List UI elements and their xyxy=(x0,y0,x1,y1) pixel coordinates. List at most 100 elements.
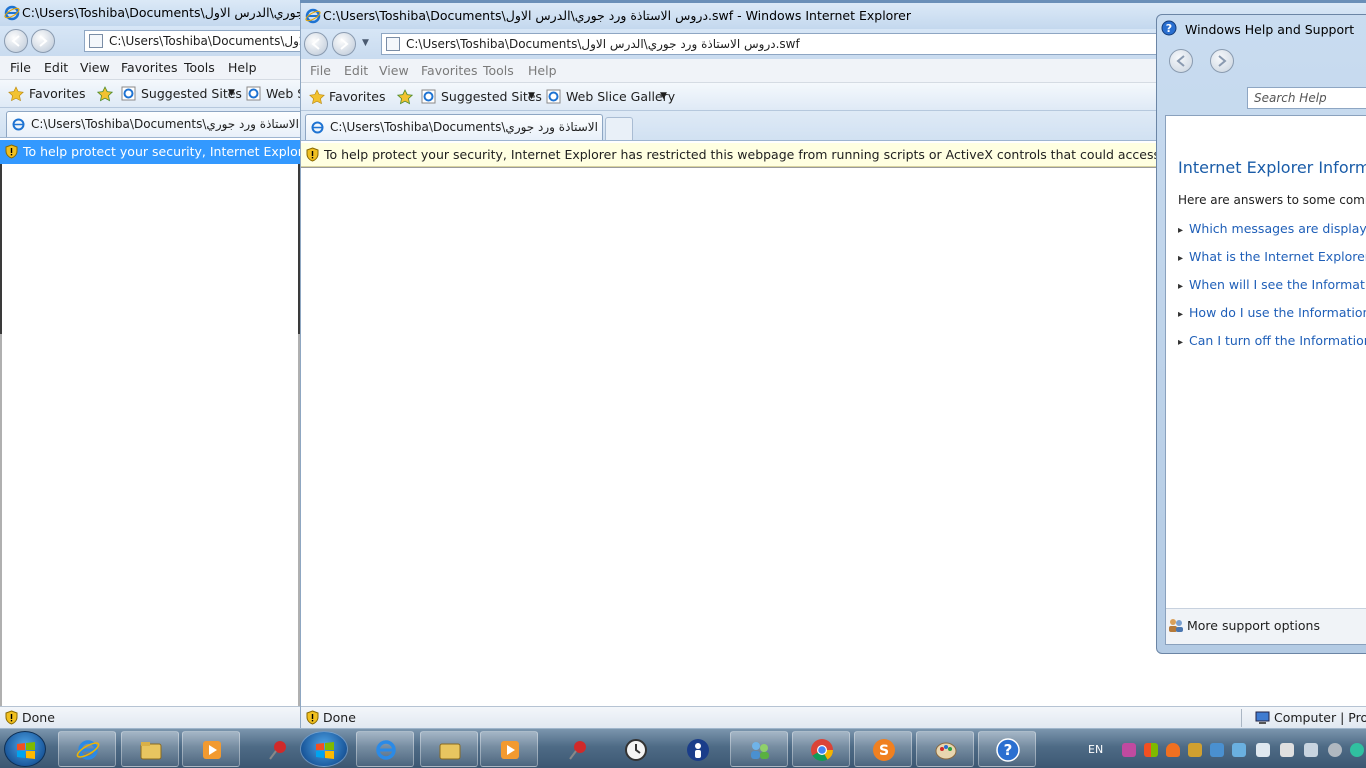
tray-extra-icon[interactable] xyxy=(1350,743,1364,757)
back-active-tab[interactable]: C:\Users\Toshiba\Documents\دروس الاستاذة… xyxy=(6,111,300,137)
media-player-icon xyxy=(501,741,519,759)
clock-icon xyxy=(625,739,647,761)
taskbar-user-app[interactable] xyxy=(668,731,726,767)
taskbar-ie-2[interactable] xyxy=(356,731,414,767)
help-forward-button[interactable] xyxy=(1210,49,1234,73)
start-button[interactable] xyxy=(4,731,46,767)
help-question-link[interactable]: Can I turn off the Information bar? xyxy=(1178,333,1366,348)
help-back-button[interactable] xyxy=(1169,49,1193,73)
help-question-link[interactable]: What is the Internet Explorer Infor xyxy=(1178,249,1366,264)
taskbar-media-player[interactable] xyxy=(182,731,240,767)
add-favorites-icon[interactable] xyxy=(397,89,413,105)
forward-button[interactable] xyxy=(332,32,356,56)
menu-file[interactable]: File xyxy=(310,63,331,78)
help-question-link[interactable]: Which messages are displayed in th xyxy=(1178,221,1366,236)
back-tab-row: C:\Users\Toshiba\Documents\دروس الاستاذة… xyxy=(0,108,300,138)
forward-button[interactable] xyxy=(31,29,55,53)
taskbar-messenger[interactable] xyxy=(730,731,788,767)
taskbar: S ? EN xyxy=(0,728,1366,768)
web-slice-link[interactable]: Web S xyxy=(266,86,300,101)
computer-zone-icon xyxy=(1255,711,1270,724)
tray-network-icon[interactable] xyxy=(1188,743,1202,757)
main-address-bar[interactable]: C:\Users\Toshiba\Documents\دروس الاستاذة… xyxy=(381,33,1161,55)
menu-view[interactable]: View xyxy=(80,60,110,75)
shield-warning-icon xyxy=(306,147,319,162)
tray-monitor-icon[interactable] xyxy=(1304,743,1318,757)
back-window-title: C:\Users\Toshiba\Documents\دروس الاستاذة… xyxy=(22,5,300,20)
ie-tab-icon xyxy=(12,118,25,131)
tray-device-icon[interactable] xyxy=(1232,743,1246,757)
taskbar-media-2[interactable] xyxy=(480,731,538,767)
tray-flame-icon[interactable] xyxy=(1166,743,1180,757)
language-indicator[interactable]: EN xyxy=(1088,743,1103,756)
tray-gear-icon[interactable] xyxy=(1328,743,1342,757)
help-intro: Here are answers to some common q xyxy=(1178,193,1366,207)
tray-pen-icon[interactable] xyxy=(1280,743,1294,757)
taskbar-paint[interactable] xyxy=(916,731,974,767)
menu-tools[interactable]: Tools xyxy=(184,60,215,75)
help-question-link[interactable]: When will I see the Information bar xyxy=(1178,277,1366,292)
taskbar-swish[interactable]: S xyxy=(854,731,912,767)
tray-flag-icon[interactable] xyxy=(1144,743,1158,757)
menu-edit[interactable]: Edit xyxy=(44,60,68,75)
menu-view[interactable]: View xyxy=(379,63,409,78)
web-slice-gallery-link[interactable]: Web Slice Gallery xyxy=(566,89,675,104)
ie-logo-icon xyxy=(4,5,20,21)
dropdown-arrow-icon[interactable]: ▼ xyxy=(228,88,235,98)
main-status-text: Done xyxy=(323,710,356,725)
taskbar-explorer[interactable] xyxy=(121,731,179,767)
dropdown-arrow-icon[interactable]: ▼ xyxy=(660,91,667,101)
back-title-bar[interactable]: C:\Users\Toshiba\Documents\دروس الاستاذة… xyxy=(0,0,300,26)
shield-warning-icon xyxy=(5,144,18,159)
page-icon xyxy=(386,37,400,51)
back-address-text: C:\Users\Toshiba\Documents\الدرس الاول xyxy=(109,34,300,48)
back-button[interactable] xyxy=(304,32,328,56)
suggested-sites-link[interactable]: Suggested Sites xyxy=(441,89,542,104)
help-title-bar[interactable]: ? Windows Help and Support xyxy=(1157,15,1366,41)
tray-update-icon[interactable] xyxy=(1210,743,1224,757)
menu-favorites[interactable]: Favorites xyxy=(421,63,477,78)
taskbar-help[interactable]: ? xyxy=(978,731,1036,767)
taskbar-ie[interactable] xyxy=(58,731,116,767)
help-search-input[interactable]: Search Help xyxy=(1247,87,1366,109)
more-support-options[interactable]: More support options xyxy=(1166,608,1366,644)
favorites-button[interactable]: Favorites xyxy=(329,89,385,104)
main-address-text: C:\Users\Toshiba\Documents\دروس الاستاذة… xyxy=(406,37,800,51)
taskbar-pin-2[interactable] xyxy=(548,731,606,767)
menu-help[interactable]: Help xyxy=(228,60,257,75)
page-icon xyxy=(89,34,103,48)
menu-favorites[interactable]: Favorites xyxy=(121,60,177,75)
main-status-bar: Done Computer | Protec xyxy=(301,706,1366,728)
web-slice-icon xyxy=(246,86,261,101)
back-infobar-text: To help protect your security, Internet … xyxy=(23,144,300,159)
recent-pages-dropdown-icon[interactable]: ▼ xyxy=(362,38,369,48)
new-tab-button[interactable] xyxy=(605,117,633,140)
back-address-bar[interactable]: C:\Users\Toshiba\Documents\الدرس الاول xyxy=(84,30,300,52)
taskbar-start-2[interactable] xyxy=(300,731,348,767)
taskbar-clock-app[interactable] xyxy=(606,731,664,767)
add-favorites-icon[interactable] xyxy=(97,86,113,102)
security-zone-text[interactable]: Computer | Protec xyxy=(1274,710,1366,725)
arrow-left-icon xyxy=(311,38,320,50)
menu-edit[interactable]: Edit xyxy=(344,63,368,78)
back-button[interactable] xyxy=(4,29,28,53)
favorites-button[interactable]: Favorites xyxy=(29,86,85,101)
main-active-tab[interactable]: C:\Users\Toshiba\Documents\دروس الاستاذة… xyxy=(305,114,603,140)
pushpin-icon xyxy=(569,741,586,760)
help-question-link[interactable]: How do I use the Information bar? xyxy=(1178,305,1366,320)
back-information-bar[interactable]: To help protect your security, Internet … xyxy=(0,140,300,164)
menu-help[interactable]: Help xyxy=(528,63,557,78)
speaker-icon[interactable] xyxy=(1256,743,1270,757)
menu-file[interactable]: File xyxy=(10,60,31,75)
suggested-sites-link[interactable]: Suggested Sites xyxy=(141,86,242,101)
arrow-left-icon xyxy=(11,35,20,47)
menu-tools[interactable]: Tools xyxy=(483,63,514,78)
chrome-icon xyxy=(811,739,833,761)
dropdown-arrow-icon[interactable]: ▼ xyxy=(528,91,535,101)
taskbar-chrome[interactable] xyxy=(792,731,850,767)
tray-app-icon[interactable] xyxy=(1122,743,1136,757)
favorites-star-icon xyxy=(8,86,24,102)
taskbar-pin-app[interactable] xyxy=(248,731,306,767)
taskbar-explorer-2[interactable] xyxy=(420,731,478,767)
back-favorites-bar: Favorites Suggested Sites ▼ Web S xyxy=(0,80,300,108)
